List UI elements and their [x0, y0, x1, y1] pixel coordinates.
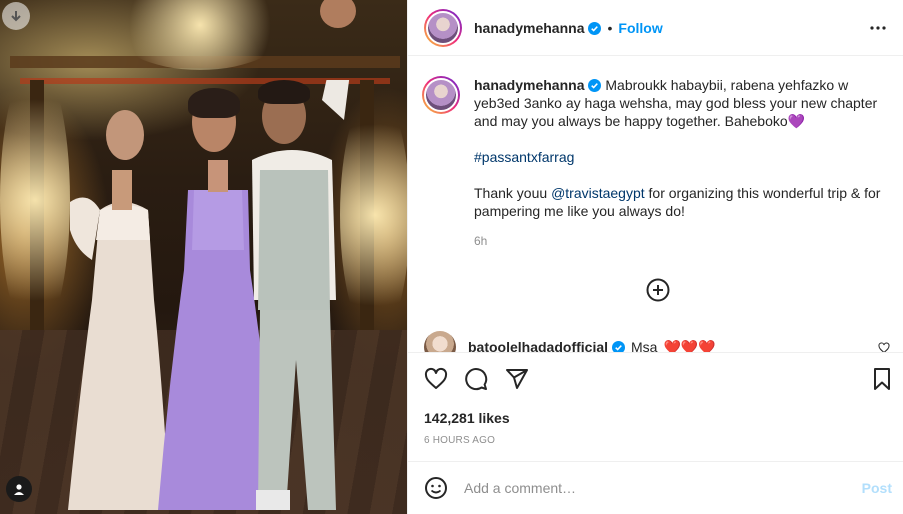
hashtag-link[interactable]: #passantxfarrag: [474, 149, 574, 165]
person-grey-suit: [232, 0, 362, 514]
comment-composer: Post: [408, 462, 903, 514]
comments-section[interactable]: hanadymehanna Mabroukk habaybii, rabena …: [408, 56, 903, 352]
caption-timestamp[interactable]: 6h: [474, 232, 892, 250]
previous-media-icon[interactable]: [2, 2, 30, 30]
thanks-prefix: Thank youu: [474, 185, 552, 201]
comment-hearts: ❤️❤️❤️: [663, 338, 716, 353]
comment-like-heart-icon[interactable]: [878, 341, 890, 352]
comment-item: batoolelhadadofficial Msa ❤️❤️❤️: [424, 331, 894, 352]
comment-text: Msa: [631, 339, 658, 352]
verified-icon: [584, 20, 602, 36]
share-icon[interactable]: [505, 367, 531, 393]
header-separator: •: [607, 19, 613, 36]
commenter-avatar[interactable]: [424, 331, 456, 352]
user-tag-icon[interactable]: [6, 476, 32, 502]
follow-button[interactable]: Follow: [618, 20, 662, 36]
comment-icon[interactable]: [464, 367, 490, 393]
more-horizontal-icon[interactable]: [866, 17, 890, 39]
commenter-username[interactable]: batoolelhadadofficial: [468, 339, 608, 352]
add-comment-input[interactable]: [464, 477, 854, 499]
post-details-pane: hanadymehanna • Follow hanadymehanna Mab…: [407, 0, 903, 514]
emoji-icon[interactable]: [424, 476, 450, 502]
post-header: hanadymehanna • Follow: [408, 0, 903, 56]
heart-icon[interactable]: [424, 367, 450, 393]
load-more-plus-icon[interactable]: [646, 278, 670, 302]
purple-heart-emoji: 💜: [787, 113, 806, 129]
likes-count[interactable]: 142,281 likes: [424, 410, 510, 426]
post-photo[interactable]: [0, 0, 407, 514]
author-username[interactable]: hanadymehanna: [474, 20, 584, 36]
flower-curtain-left: [0, 60, 70, 340]
caption: hanadymehanna Mabroukk habaybii, rabena …: [422, 76, 892, 250]
caption-username[interactable]: hanadymehanna: [474, 77, 584, 93]
author-avatar[interactable]: [424, 8, 462, 47]
post-comment-button[interactable]: Post: [862, 480, 892, 496]
verified-icon: [584, 77, 602, 93]
verified-icon: [608, 339, 626, 352]
bookmark-icon[interactable]: [870, 367, 896, 393]
post-actions: 142,281 likes 6 HOURS AGO: [408, 352, 903, 462]
caption-author-avatar[interactable]: [422, 76, 460, 114]
mention-link[interactable]: @travistaegypt: [551, 185, 645, 201]
post-timestamp[interactable]: 6 HOURS AGO: [424, 435, 495, 446]
caption-body: hanadymehanna Mabroukk habaybii, rabena …: [474, 76, 892, 250]
